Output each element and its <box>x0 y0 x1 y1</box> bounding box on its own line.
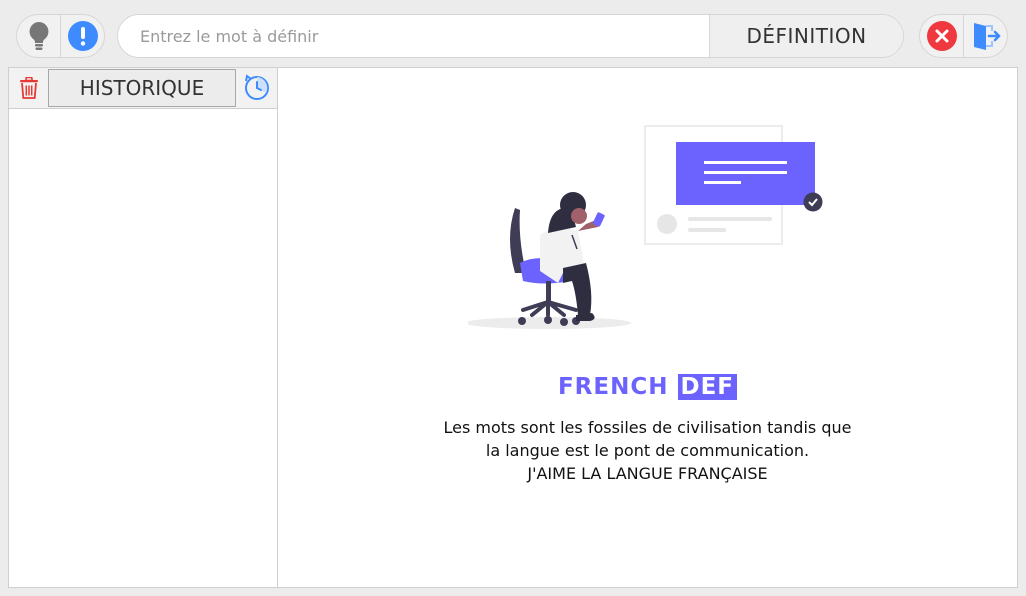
definition-button[interactable]: DÉFINITION <box>709 15 903 57</box>
history-title: HISTORIQUE <box>48 69 236 107</box>
brand-logo: FRENCH DEF <box>278 374 1017 400</box>
exit-button[interactable] <box>964 15 1007 57</box>
definition-panel: FRENCH DEF Les mots sont les fossiles de… <box>277 67 1018 588</box>
exit-icon <box>973 23 1000 50</box>
trash-icon <box>19 77 38 99</box>
brand-text-def: DEF <box>677 374 738 400</box>
info-button[interactable] <box>61 15 104 57</box>
hint-button[interactable] <box>17 15 60 57</box>
quote-line-2: la langue est le pont de communication. <box>485 441 810 460</box>
close-icon <box>926 21 957 51</box>
right-toolbar-group <box>919 14 1008 58</box>
search-input[interactable] <box>118 15 709 57</box>
brand-text-french: FRENCH <box>557 374 669 400</box>
clear-history-button[interactable] <box>9 68 48 108</box>
info-exclamation-icon <box>67 21 98 51</box>
quote-line-1: Les mots sont les fossiles de civilisati… <box>443 418 852 437</box>
lightbulb-icon <box>29 22 48 50</box>
refresh-icon <box>244 74 269 100</box>
history-header: HISTORIQUE <box>9 68 277 109</box>
search-bar: DÉFINITION <box>117 14 904 58</box>
left-toolbar-group <box>16 14 105 58</box>
woman-on-phone-illustration <box>468 125 823 329</box>
quote-line-3: J'AIME LA LANGUE FRANÇAISE <box>527 464 768 483</box>
refresh-history-button[interactable] <box>236 68 277 108</box>
clear-button[interactable] <box>920 15 963 57</box>
history-sidebar: HISTORIQUE <box>8 67 278 588</box>
